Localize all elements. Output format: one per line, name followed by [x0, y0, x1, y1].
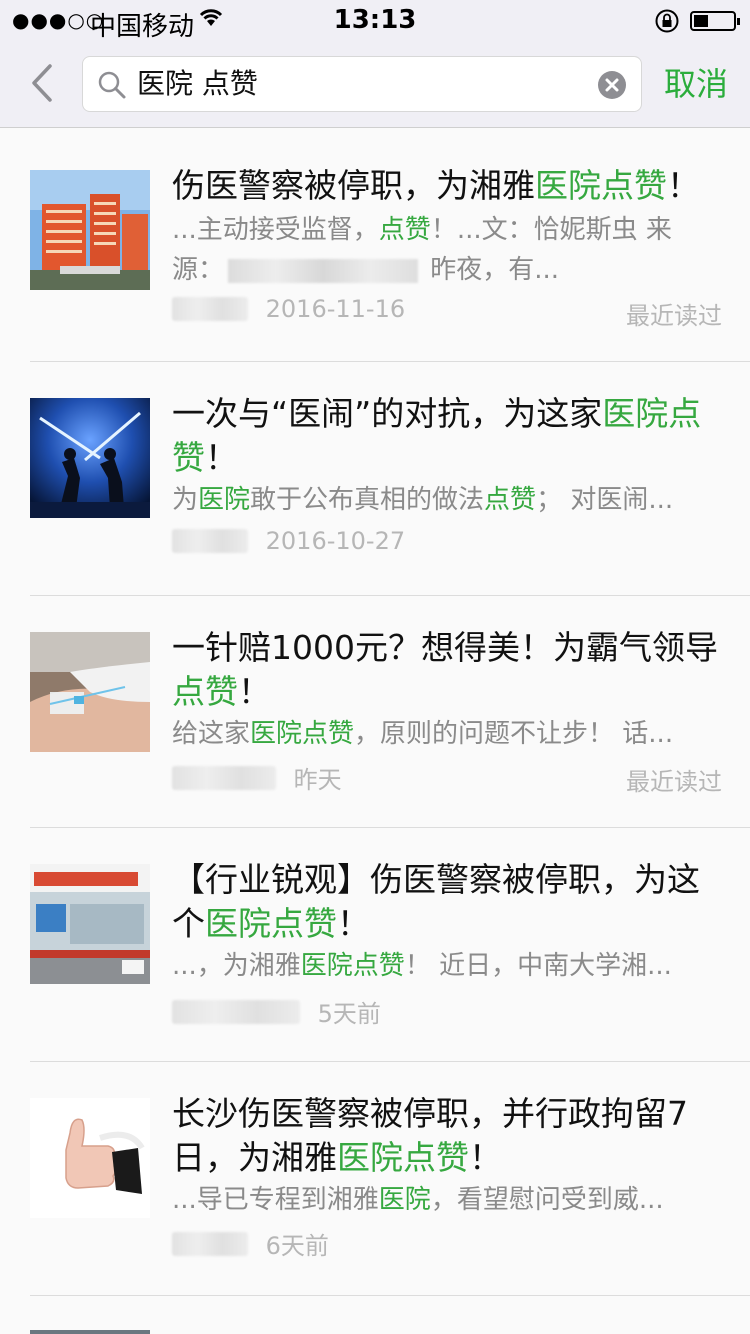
text-segment: ！	[337, 904, 370, 943]
recently-read-label: 最近读过	[626, 768, 722, 796]
result-date: 5天前	[317, 1000, 381, 1028]
result-title: 一次与“医闹”的对抗，为这家医院点赞！	[172, 392, 722, 480]
text-segment: ！	[238, 672, 271, 711]
text-segment: ！	[205, 438, 238, 477]
clear-icon[interactable]	[597, 70, 627, 100]
thumbnail-image	[30, 398, 150, 518]
search-bar: 医院 点赞 取消	[0, 40, 750, 128]
result-date: 2016-10-27	[265, 527, 406, 555]
thumbnail-image	[30, 1330, 150, 1334]
result-meta: 5天前	[172, 994, 722, 1030]
result-item[interactable]: 一针赔1000元？想得美！为霸气领导点赞！ 给这家医院点赞，原则的问题不让步！ …	[0, 596, 750, 828]
text-segment: ...主动接受监督，	[172, 215, 379, 245]
source-name-blurred	[172, 999, 300, 1024]
result-item[interactable]: 一次与“医闹”的对抗，为这家医院点赞！ 为医院敢于公布真相的做法点赞； 对医闹.…	[0, 362, 750, 596]
status-bar: ●●●○○ 中国移动 13:13	[0, 0, 750, 42]
source-name-blurred	[172, 529, 248, 553]
back-chevron-icon[interactable]	[24, 58, 60, 108]
text-segment: ...导已专程到湘雅	[172, 1185, 379, 1215]
result-item-partial[interactable]	[0, 1296, 750, 1334]
status-time: 13:13	[333, 5, 417, 35]
result-snippet: ...导已专程到湘雅医院，看望慰问受到威...	[172, 1180, 712, 1220]
result-item[interactable]: 长沙伤医警察被停职，并行政拘留7日，为湘雅医院点赞！ ...导已专程到湘雅医院，…	[0, 1062, 750, 1296]
search-icon	[98, 71, 126, 99]
highlighted-keyword: 医院点赞	[300, 951, 405, 981]
text-segment: 敢于公布真相的做法	[250, 485, 485, 515]
result-date: 2016-11-16	[265, 295, 406, 323]
result-snippet: ...，为湘雅医院点赞！ 近日，中南大学湘...	[172, 946, 712, 986]
result-title: 长沙伤医警察被停职，并行政拘留7日，为湘雅医院点赞！	[172, 1092, 722, 1180]
rotation-lock-icon	[655, 9, 679, 33]
text-segment: ！ 近日，中南大学湘...	[404, 951, 672, 981]
source-name-blurred	[172, 765, 276, 790]
recently-read-label: 最近读过	[626, 302, 722, 330]
result-item[interactable]: 伤医警察被停职，为湘雅医院点赞！ ...主动接受监督，点赞！...文：恰妮斯虫 …	[0, 130, 750, 362]
thumbnail-image	[30, 170, 150, 290]
text-segment: ！	[667, 166, 700, 205]
result-meta: 2016-10-27	[172, 526, 722, 562]
search-field[interactable]: 医院 点赞	[82, 56, 642, 112]
result-title: 【行业锐观】伤医警察被停职，为这个医院点赞！	[172, 858, 722, 946]
text-segment: ，看望慰问受到威...	[430, 1185, 664, 1215]
result-snippet: ...主动接受监督，点赞！...文：恰妮斯虫 来源：████████ 昨夜，有.…	[172, 210, 712, 290]
result-meta: 2016-11-16 最近读过	[172, 294, 722, 330]
highlighted-keyword: 医院点赞	[535, 166, 667, 205]
text-segment: ； 对医闹...	[536, 485, 674, 515]
result-date: 昨天	[293, 766, 342, 794]
thumbnail-image	[30, 1098, 150, 1218]
highlighted-keyword: 医院点赞	[205, 904, 337, 943]
search-input[interactable]: 医院 点赞	[137, 67, 258, 101]
result-date: 6天前	[265, 1232, 329, 1260]
blurred-text: ████████	[228, 258, 419, 283]
result-snippet: 给这家医院点赞，原则的问题不让步！ 话...	[172, 714, 712, 754]
text-segment: 为	[172, 485, 199, 515]
source-name-blurred	[172, 1231, 248, 1256]
result-title: 一针赔1000元？想得美！为霸气领导点赞！	[172, 626, 722, 714]
text-segment: 伤医警察被停职，为湘雅	[172, 166, 535, 205]
result-item[interactable]: 【行业锐观】伤医警察被停职，为这个医院点赞！ ...，为湘雅医院点赞！ 近日，中…	[0, 828, 750, 1062]
thumbnail-image	[30, 864, 150, 984]
text-segment: 给这家	[172, 719, 251, 749]
text-segment: ...，为湘雅	[172, 951, 301, 981]
text-segment: 一次与“医闹”的对抗，为这家	[172, 394, 603, 433]
highlighted-keyword: 点赞	[484, 485, 537, 515]
text-segment: ，原则的问题不让步！ 话...	[354, 719, 674, 749]
result-snippet: 为医院敢于公布真相的做法点赞； 对医闹...	[172, 480, 712, 520]
highlighted-keyword: 医院点赞	[250, 719, 355, 749]
highlighted-keyword: 医院	[378, 1185, 431, 1215]
cancel-button[interactable]: 取消	[664, 62, 728, 106]
text-segment: 一针赔1000元？想得美！为霸气领导	[172, 628, 718, 667]
text-segment: 昨夜，有...	[422, 255, 560, 285]
battery-icon	[690, 11, 740, 31]
source-name-blurred	[172, 297, 248, 321]
result-title: 伤医警察被停职，为湘雅医院点赞！	[172, 164, 722, 208]
highlighted-keyword: 医院	[198, 485, 251, 515]
text-segment: ！	[469, 1138, 502, 1177]
thumbnail-image	[30, 632, 150, 752]
highlighted-keyword: 点赞	[172, 672, 238, 711]
highlighted-keyword: 点赞	[378, 215, 431, 245]
highlighted-keyword: 医院点赞	[337, 1138, 469, 1177]
result-meta: 昨天 最近读过	[172, 760, 722, 796]
result-meta: 6天前	[172, 1226, 722, 1262]
